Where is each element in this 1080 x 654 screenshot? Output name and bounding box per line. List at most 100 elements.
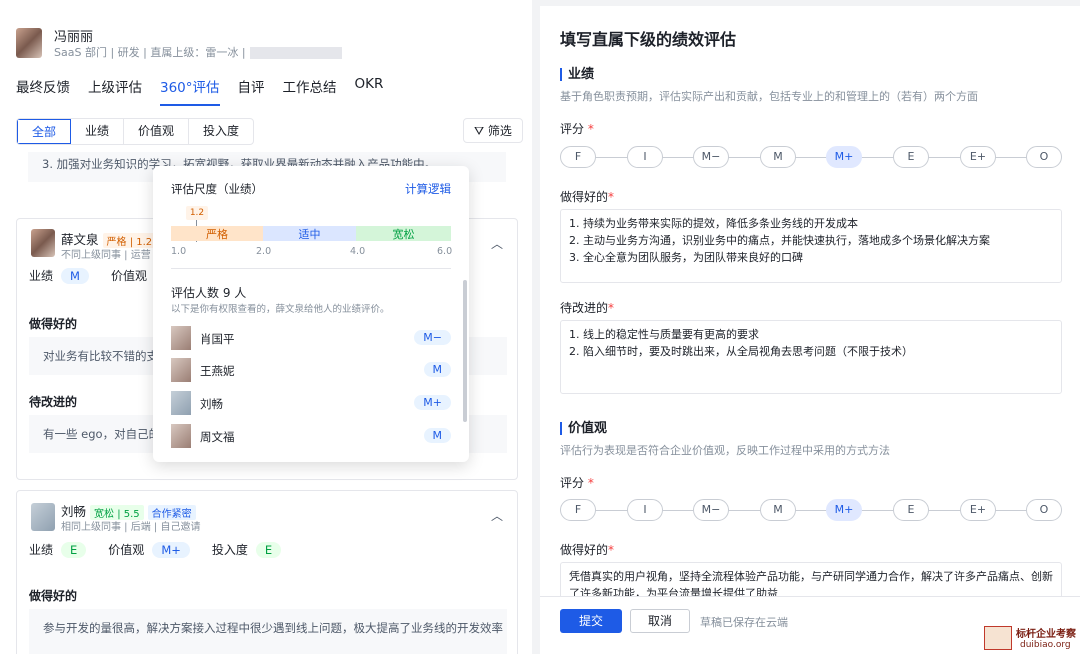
list-item: 周文福 M xyxy=(171,424,451,448)
required-mark: * xyxy=(587,476,594,490)
avatar xyxy=(171,326,191,350)
section-title: 业绩 xyxy=(560,68,594,81)
zone-moderate: 适中 xyxy=(263,226,356,241)
good-title: 做得好的 xyxy=(29,589,78,603)
rating-option[interactable]: I xyxy=(627,499,663,521)
watermark-logo-icon xyxy=(984,626,1012,650)
rating-option[interactable]: F xyxy=(560,499,596,521)
rating-scale: F I M− M M+ E E+ O xyxy=(560,146,1065,168)
required-mark: * xyxy=(608,190,615,204)
tab-bar: 最终反馈 上级评估 360°评估 自评 工作总结 OKR xyxy=(16,76,383,106)
rating-option[interactable]: M xyxy=(760,146,796,168)
avatar xyxy=(171,358,191,382)
good-textarea[interactable]: 1. 持续为业务带来实际的提效，降低多条业务线的开发成本 2. 主动与业务方沟通… xyxy=(560,209,1062,283)
rating-option-selected[interactable]: M+ xyxy=(826,146,862,168)
score-pill: M xyxy=(423,362,451,377)
reviewer-card: 刘畅 宽松 | 5.5 合作紧密 相同上级同事 | 后端 | 自己邀请 ︿ 业绩 E … xyxy=(16,490,518,654)
avatar xyxy=(171,391,191,415)
draft-status: 草稿已保存在云端 xyxy=(700,616,788,629)
form-title: 填写直属下级的绩效评估 xyxy=(560,30,737,49)
score-label: 投入度 xyxy=(211,543,248,557)
score-pill: E xyxy=(61,541,87,558)
permission-note: 以下是你有权限查看的，薛文泉给他人的业绩评价。 xyxy=(171,304,390,315)
score-pill: E xyxy=(255,541,282,558)
scale-tick: 1.0 xyxy=(171,246,187,257)
reviewer-name: 刘畅 xyxy=(61,504,87,519)
scale-tick: 4.0 xyxy=(350,246,366,257)
popover-title: 评估尺度（业绩） xyxy=(171,182,263,196)
avatar xyxy=(171,424,191,448)
filter-engagement[interactable]: 投入度 xyxy=(189,119,253,144)
filter-performance[interactable]: 业绩 xyxy=(71,119,125,144)
rating-option[interactable]: M− xyxy=(693,499,729,521)
popover-scrollbar[interactable] xyxy=(463,280,467,422)
score-label: 价值观 xyxy=(108,543,145,557)
score-pill: M xyxy=(61,267,89,284)
left-panel: 冯丽丽 SaaS 部门 | 研发 | 直属上级：雷一冰 | 最终反馈 上级评估 … xyxy=(0,0,532,654)
score-pill: M+ xyxy=(152,541,190,558)
score-label: 业绩 xyxy=(29,543,54,557)
section-desc: 评估行为表现是否符合企业价值观，反映工作过程中采用的方式方法 xyxy=(560,444,890,457)
list-item: 肖国平 M− xyxy=(171,326,451,350)
rating-option[interactable]: E+ xyxy=(960,146,996,168)
rating-option[interactable]: E+ xyxy=(960,499,996,521)
filter-button[interactable]: ⛛ 筛选 xyxy=(463,118,523,143)
chevron-up-icon[interactable]: ︿ xyxy=(491,235,503,252)
good-label: 做得好的 xyxy=(560,190,609,204)
required-mark: * xyxy=(608,301,615,315)
filter-all[interactable]: 全部 xyxy=(17,119,72,144)
tab-okr[interactable]: OKR xyxy=(355,76,384,106)
submit-button[interactable]: 提交 xyxy=(560,609,622,633)
rating-label: 评分 xyxy=(560,122,585,136)
rating-option-selected[interactable]: M+ xyxy=(826,499,862,521)
reviewer-score-marker: 1.2 xyxy=(186,206,208,220)
score-label: 业绩 xyxy=(29,269,54,283)
filter-values[interactable]: 价值观 xyxy=(124,119,190,144)
reviewer-count: 评估人数 9 人 xyxy=(171,286,247,300)
good-text: 参与开发的量很高，解决方案接入过程中很少遇到线上问题，极大提高了业务线的开发效率 xyxy=(29,609,507,654)
zone-lenient: 宽松 xyxy=(356,226,451,241)
evaluation-form: 填写直属下级的绩效评估 业绩 基于角色职责预期，评估实际产出和贡献，包括专业上的… xyxy=(540,6,1080,654)
improve-textarea[interactable]: 1. 线上的稳定性与质量要有更高的要求 2. 陷入细节时，要及时跳出来，从全局视… xyxy=(560,320,1062,394)
score-pill: M xyxy=(423,428,451,443)
required-mark: * xyxy=(587,122,594,136)
rating-option[interactable]: F xyxy=(560,146,596,168)
avatar xyxy=(31,503,55,531)
reviewer-relation: 相同上级同事 | 后端 | 自己邀请 xyxy=(61,522,201,533)
section-desc: 基于角色职责预期，评估实际产出和贡献，包括专业上的和管理上的（若有）两个方面 xyxy=(560,90,978,103)
tab-work-summary[interactable]: 工作总结 xyxy=(283,76,337,106)
rating-label: 评分 xyxy=(560,476,585,490)
rating-option[interactable]: O xyxy=(1026,499,1062,521)
tab-self-eval[interactable]: 自评 xyxy=(238,76,265,106)
rating-option[interactable]: M− xyxy=(693,146,729,168)
filter-segment: 全部 业绩 价值观 投入度 xyxy=(16,118,255,145)
calc-logic-link[interactable]: 计算逻辑 xyxy=(405,181,451,197)
tab-manager-eval[interactable]: 上级评估 xyxy=(88,76,142,106)
rating-scale: F I M− M M+ E E+ O xyxy=(560,499,1065,521)
zone-strict: 严格 xyxy=(171,226,263,241)
cancel-button[interactable]: 取消 xyxy=(630,609,690,633)
rating-option[interactable]: E xyxy=(893,499,929,521)
tab-final-feedback[interactable]: 最终反馈 xyxy=(16,76,70,106)
rating-option[interactable]: O xyxy=(1026,146,1062,168)
score-row: 业绩 E 价值观 M+ 投入度 E xyxy=(29,541,303,558)
avatar xyxy=(31,229,55,257)
scale-tick: 6.0 xyxy=(437,246,453,257)
divider xyxy=(171,268,451,269)
tab-360-eval[interactable]: 360°评估 xyxy=(160,76,220,106)
rating-option[interactable]: I xyxy=(627,146,663,168)
scale-tick: 2.0 xyxy=(256,246,272,257)
reviewer-name: 薛文泉 xyxy=(61,232,99,247)
required-mark: * xyxy=(608,543,615,557)
employee-meta: SaaS 部门 | 研发 | 直属上级：雷一冰 | xyxy=(54,44,342,60)
improve-title: 待改进的 xyxy=(29,395,78,409)
strictness-scale: 严格 适中 宽松 xyxy=(171,226,451,241)
improve-label: 待改进的 xyxy=(560,301,609,315)
chevron-up-icon[interactable]: ︿ xyxy=(491,507,503,524)
watermark: 标杆企业考察 duibiao.org xyxy=(980,622,1080,654)
list-item: 刘畅 M+ xyxy=(171,391,451,415)
score-pill: M+ xyxy=(414,395,451,410)
list-item: 王燕妮 M xyxy=(171,358,451,382)
rating-option[interactable]: E xyxy=(893,146,929,168)
rating-option[interactable]: M xyxy=(760,499,796,521)
